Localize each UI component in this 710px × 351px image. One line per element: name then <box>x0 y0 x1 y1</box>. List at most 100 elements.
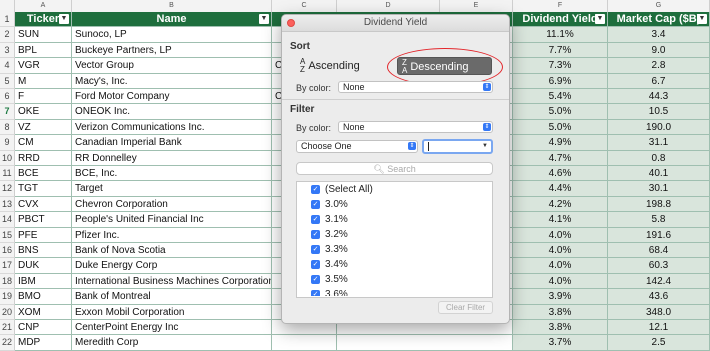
column-header-d[interactable]: D <box>337 0 440 12</box>
cell-ticker[interactable]: CNP <box>15 320 72 336</box>
cell-cap[interactable]: 6.7 <box>608 73 710 89</box>
cell-yield[interactable]: 7.7% <box>513 42 608 59</box>
cell-yield[interactable]: 5.0% <box>513 119 608 136</box>
cell-name[interactable]: International Business Machines Corporat… <box>72 273 272 290</box>
cell-ticker[interactable]: PFE <box>15 227 72 243</box>
cell-yield[interactable]: 5.4% <box>513 89 608 105</box>
select-all-corner[interactable] <box>0 0 15 12</box>
cell-cap[interactable]: 43.6 <box>608 289 710 305</box>
cell-ticker[interactable]: DUK <box>15 258 72 274</box>
cell-name[interactable]: People's United Financial Inc <box>72 212 272 228</box>
column-header-c[interactable]: C <box>272 0 337 12</box>
cell-cap[interactable]: 348.0 <box>608 304 710 320</box>
value-checkbox[interactable]: ✓ 3.5% <box>311 272 348 287</box>
cell-name[interactable]: Vector Group <box>72 58 272 74</box>
cell-yield[interactable]: 3.7% <box>513 335 608 351</box>
cell-yield[interactable]: 4.1% <box>513 212 608 228</box>
cell-name[interactable]: Ford Motor Company <box>72 89 272 105</box>
cell-yield[interactable]: 4.2% <box>513 196 608 213</box>
cell-ticker[interactable]: MDP <box>15 335 72 351</box>
cell-yield[interactable]: 7.3% <box>513 58 608 74</box>
cell-cap[interactable]: 5.8 <box>608 212 710 228</box>
cell-cap[interactable]: 60.3 <box>608 258 710 274</box>
cell-yield[interactable]: 4.9% <box>513 135 608 151</box>
row-number[interactable]: 3 <box>0 42 15 59</box>
row-number[interactable]: 15 <box>0 227 15 243</box>
cell-cap[interactable]: 198.8 <box>608 196 710 213</box>
cell-cap[interactable]: 3.4 <box>608 27 710 43</box>
cell-c[interactable] <box>272 335 337 351</box>
cell-cap[interactable]: 31.1 <box>608 135 710 151</box>
cell-yield[interactable]: 4.0% <box>513 258 608 274</box>
cell-cap[interactable]: 68.4 <box>608 243 710 259</box>
row-number[interactable]: 19 <box>0 289 15 305</box>
select-all-checkbox[interactable]: ✓ (Select All) <box>311 182 373 197</box>
filter-dropdown-icon[interactable]: ▼ <box>595 14 605 24</box>
cell-cap[interactable]: 0.8 <box>608 150 710 166</box>
row-number[interactable]: 5 <box>0 73 15 89</box>
cell-name[interactable]: Meredith Corp <box>72 335 272 351</box>
column-header-g[interactable]: G <box>608 0 710 12</box>
cell-yield[interactable]: 4.7% <box>513 150 608 166</box>
cell-ticker[interactable]: SUN <box>15 27 72 43</box>
row-number[interactable]: 2 <box>0 27 15 43</box>
row-number[interactable]: 7 <box>0 104 15 120</box>
cell-ticker[interactable]: CVX <box>15 196 72 213</box>
cell-ticker[interactable]: PBCT <box>15 212 72 228</box>
cell-ticker[interactable]: F <box>15 89 72 105</box>
cell-ticker[interactable]: IBM <box>15 273 72 290</box>
header-name[interactable]: Name ▼ <box>72 12 272 28</box>
cell-yield[interactable]: 6.9% <box>513 73 608 89</box>
value-checkbox[interactable]: ✓ 3.4% <box>311 257 348 272</box>
row-number[interactable]: 14 <box>0 212 15 228</box>
value-checkbox[interactable]: ✓ 3.1% <box>311 212 348 227</box>
row-number[interactable]: 11 <box>0 166 15 182</box>
filter-value-combobox[interactable]: ▼ <box>422 139 493 154</box>
column-header-a[interactable]: A <box>15 0 72 12</box>
cell-yield[interactable]: 4.6% <box>513 166 608 182</box>
cell-yield[interactable]: 4.0% <box>513 243 608 259</box>
cell-name[interactable]: Macy's, Inc. <box>72 73 272 89</box>
cell-ticker[interactable]: BMO <box>15 289 72 305</box>
header-ticker[interactable]: Ticker ▼ <box>15 12 72 28</box>
column-header-f[interactable]: F <box>513 0 608 12</box>
row-number[interactable]: 12 <box>0 181 15 197</box>
cell-cap[interactable]: 9.0 <box>608 42 710 59</box>
cell-name[interactable]: Target <box>72 181 272 197</box>
cell-ticker[interactable]: OKE <box>15 104 72 120</box>
cell-cap[interactable]: 12.1 <box>608 320 710 336</box>
cell-yield[interactable]: 4.0% <box>513 273 608 290</box>
cell-name[interactable]: Bank of Nova Scotia <box>72 243 272 259</box>
cell-cap[interactable]: 190.0 <box>608 119 710 136</box>
column-header-e[interactable]: E <box>440 0 513 12</box>
cell-yield[interactable]: 4.4% <box>513 181 608 197</box>
row-number[interactable]: 20 <box>0 304 15 320</box>
cell-cap[interactable]: 2.5 <box>608 335 710 351</box>
cell-name[interactable]: RR Donnelley <box>72 150 272 166</box>
filter-criteria-select[interactable]: Choose One ⇕ <box>296 140 418 153</box>
filter-dropdown-icon[interactable]: ▼ <box>259 14 269 24</box>
cell-yield[interactable]: 3.8% <box>513 304 608 320</box>
table-cell[interactable] <box>337 335 513 351</box>
cell-yield[interactable]: 5.0% <box>513 104 608 120</box>
row-number[interactable]: 9 <box>0 135 15 151</box>
clear-filter-button[interactable]: Clear Filter <box>438 301 493 314</box>
search-input[interactable]: 🔍︎ Search <box>296 162 493 175</box>
value-checkbox[interactable]: ✓ 3.0% <box>311 197 348 212</box>
row-number[interactable]: 10 <box>0 150 15 166</box>
cell-name[interactable]: Chevron Corporation <box>72 196 272 213</box>
filter-dropdown-icon[interactable]: ▼ <box>59 14 69 24</box>
cell-name[interactable]: ONEOK Inc. <box>72 104 272 120</box>
cell-yield[interactable]: 11.1% <box>513 27 608 43</box>
cell-ticker[interactable]: BCE <box>15 166 72 182</box>
row-number[interactable]: 16 <box>0 243 15 259</box>
cell-cap[interactable]: 30.1 <box>608 181 710 197</box>
cell-ticker[interactable]: BPL <box>15 42 72 59</box>
header-market-cap[interactable]: Market Cap ($B) ▼ <box>608 12 710 28</box>
cell-name[interactable]: Sunoco, LP <box>72 27 272 43</box>
row-number[interactable]: 1 <box>0 12 15 28</box>
cell-name[interactable]: Pfizer Inc. <box>72 227 272 243</box>
value-checkbox[interactable]: ✓ 3.6% <box>311 287 348 296</box>
cell-cap[interactable]: 44.3 <box>608 89 710 105</box>
cell-ticker[interactable]: VZ <box>15 119 72 136</box>
